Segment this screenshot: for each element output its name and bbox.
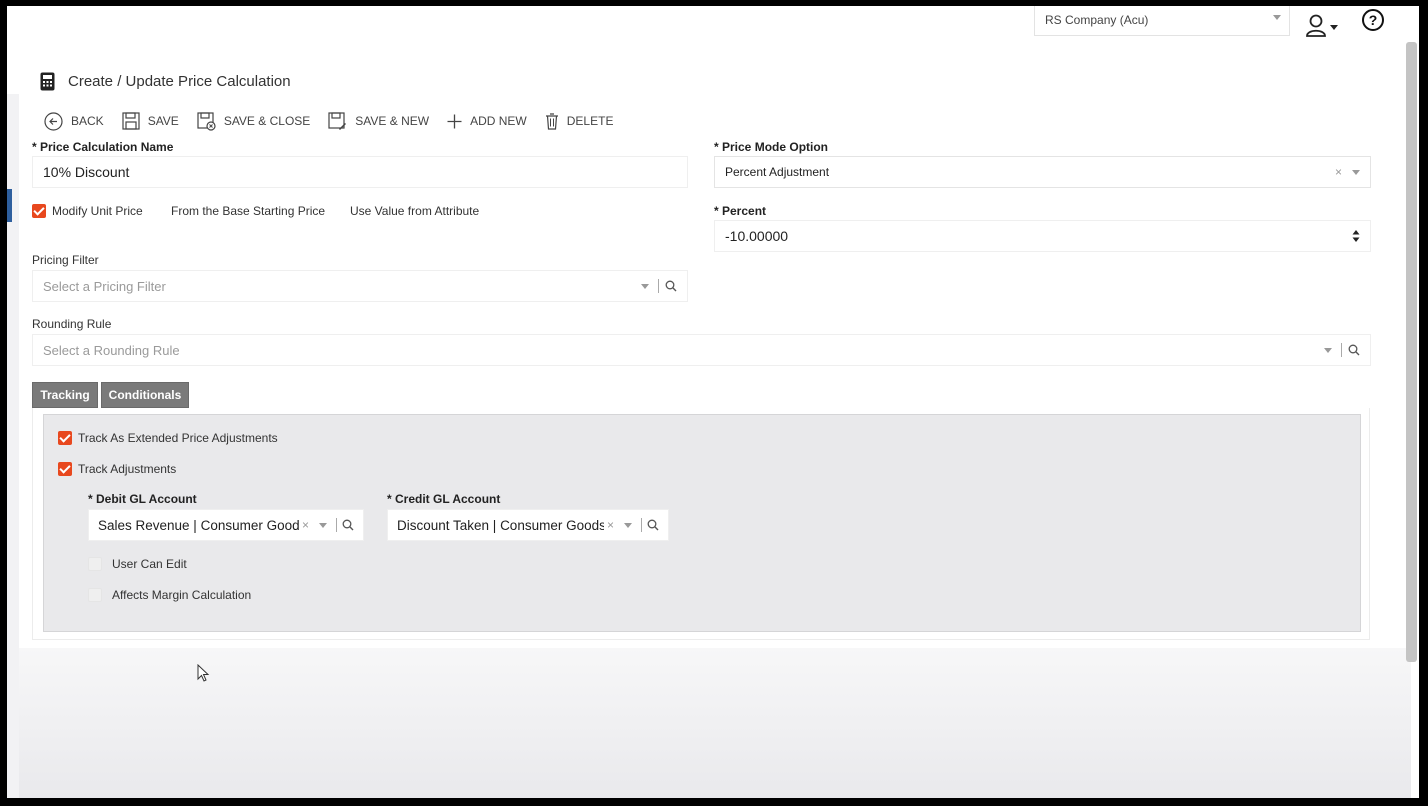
- modify-unit-price-checkbox[interactable]: [32, 204, 46, 218]
- clear-icon[interactable]: ×: [1335, 165, 1342, 179]
- tab-tracking[interactable]: Tracking: [32, 382, 98, 408]
- save-new-label: SAVE & NEW: [355, 114, 430, 128]
- pricing-filter-label: Pricing Filter: [32, 253, 99, 267]
- add-new-button[interactable]: ADD NEW: [447, 114, 527, 129]
- save-icon: [122, 112, 140, 130]
- credit-gl-value: Discount Taken | Consumer Goods: [397, 517, 604, 533]
- save-close-icon: [197, 111, 216, 131]
- mouse-cursor-icon: [197, 664, 210, 682]
- back-arrow-icon: [44, 111, 63, 131]
- search-icon[interactable]: [342, 519, 354, 531]
- plus-icon: [447, 114, 462, 128]
- user-can-edit-checkbox[interactable]: [88, 557, 102, 571]
- price-mode-value: Percent Adjustment: [725, 165, 830, 179]
- pricing-filter-select[interactable]: Select a Pricing Filter: [32, 270, 688, 302]
- page-header: Create / Update Price Calculation: [40, 70, 291, 92]
- save-button[interactable]: SAVE: [122, 112, 179, 130]
- back-label: BACK: [71, 114, 104, 128]
- track-adjustments-checkbox[interactable]: [58, 462, 72, 476]
- track-extended-option[interactable]: Track As Extended Price Adjustments: [58, 431, 278, 445]
- chevron-down-icon: [1273, 15, 1281, 20]
- track-extended-label: Track As Extended Price Adjustments: [78, 431, 278, 445]
- percent-input[interactable]: -10.00000: [714, 220, 1371, 252]
- percent-value: -10.00000: [725, 228, 789, 244]
- save-close-label: SAVE & CLOSE: [223, 114, 311, 128]
- calculator-icon: [40, 72, 55, 90]
- price-calc-name-input[interactable]: 10% Discount: [32, 156, 688, 188]
- divider: [336, 518, 337, 532]
- search-icon[interactable]: [665, 280, 677, 292]
- from-base-price-label: From the Base Starting Price: [171, 204, 326, 218]
- divider: [1341, 343, 1342, 357]
- clear-icon[interactable]: ×: [607, 518, 614, 532]
- search-icon[interactable]: [647, 519, 659, 531]
- search-icon[interactable]: [1348, 344, 1360, 356]
- vertical-scrollbar[interactable]: [1406, 42, 1417, 662]
- back-button[interactable]: BACK: [44, 111, 104, 131]
- percent-label: * Percent: [714, 204, 767, 218]
- debit-gl-value: Sales Revenue | Consumer Goods: [98, 517, 299, 533]
- affects-margin-option[interactable]: Affects Margin Calculation: [88, 588, 251, 602]
- delete-button[interactable]: DELETE: [545, 112, 614, 130]
- track-adjustments-label: Track Adjustments: [78, 462, 177, 476]
- trash-icon: [545, 112, 558, 130]
- company-select[interactable]: RS Company (Acu): [1034, 6, 1290, 36]
- use-value-attribute-option[interactable]: Use Value from Attribute: [350, 204, 479, 218]
- affects-margin-label: Affects Margin Calculation: [112, 588, 252, 602]
- divider: [641, 518, 642, 532]
- chevron-down-icon[interactable]: [641, 283, 649, 289]
- save-close-button[interactable]: SAVE & CLOSE: [197, 111, 311, 131]
- page-title: Create / Update Price Calculation: [68, 72, 291, 90]
- track-extended-checkbox[interactable]: [58, 431, 72, 445]
- credit-gl-select[interactable]: Discount Taken | Consumer Goods ×: [387, 509, 669, 541]
- chevron-down-icon[interactable]: [1324, 347, 1332, 353]
- delete-label: DELETE: [566, 114, 614, 128]
- affects-margin-checkbox[interactable]: [88, 588, 102, 602]
- modify-unit-price-label: Modify Unit Price: [52, 204, 143, 218]
- modify-unit-price-option[interactable]: Modify Unit Price: [32, 204, 143, 218]
- price-calc-name-value: 10% Discount: [43, 164, 130, 180]
- save-new-button[interactable]: SAVE & NEW: [328, 111, 430, 131]
- company-select-value: RS Company (Acu): [1045, 13, 1149, 27]
- rounding-rule-label: Rounding Rule: [32, 317, 112, 331]
- rounding-rule-select[interactable]: Select a Rounding Rule: [32, 334, 1371, 366]
- price-mode-select[interactable]: Percent Adjustment ×: [714, 156, 1371, 188]
- rounding-rule-placeholder: Select a Rounding Rule: [43, 342, 180, 358]
- user-can-edit-label: User Can Edit: [112, 557, 187, 571]
- nav-active-marker: [7, 189, 12, 222]
- user-menu-icon[interactable]: [1305, 12, 1341, 40]
- credit-gl-label: * Credit GL Account: [387, 492, 501, 506]
- chevron-down-icon[interactable]: [319, 522, 327, 528]
- save-label: SAVE: [147, 114, 179, 128]
- help-icon[interactable]: ?: [1362, 9, 1384, 31]
- price-mode-label: * Price Mode Option: [714, 140, 829, 154]
- debit-gl-select[interactable]: Sales Revenue | Consumer Goods ×: [88, 509, 364, 541]
- save-new-icon: [328, 111, 347, 130]
- spinner-icon[interactable]: [1352, 229, 1360, 243]
- tracking-panel: Track As Extended Price Adjustments Trac…: [43, 414, 1361, 632]
- user-can-edit-option[interactable]: User Can Edit: [88, 557, 187, 571]
- chevron-down-icon[interactable]: [624, 522, 632, 528]
- track-adjustments-option[interactable]: Track Adjustments: [58, 462, 176, 476]
- price-calc-name-label: * Price Calculation Name: [32, 140, 174, 154]
- pricing-filter-placeholder: Select a Pricing Filter: [43, 278, 166, 294]
- clear-icon[interactable]: ×: [302, 518, 309, 532]
- use-value-attribute-label: Use Value from Attribute: [350, 204, 480, 218]
- add-new-label: ADD NEW: [470, 114, 527, 128]
- app-window: RS Company (Acu) ? Create / Update Price…: [7, 6, 1419, 798]
- debit-gl-label: * Debit GL Account: [88, 492, 197, 506]
- from-base-price-option[interactable]: From the Base Starting Price: [171, 204, 325, 218]
- page-background: [19, 648, 1411, 798]
- chevron-down-icon[interactable]: [1352, 169, 1360, 175]
- toolbar: BACK SAVE SAVE & CLOSE SAVE & NEW ADD NE…: [44, 110, 631, 132]
- divider: [658, 279, 659, 293]
- tab-conditionals[interactable]: Conditionals: [101, 382, 189, 408]
